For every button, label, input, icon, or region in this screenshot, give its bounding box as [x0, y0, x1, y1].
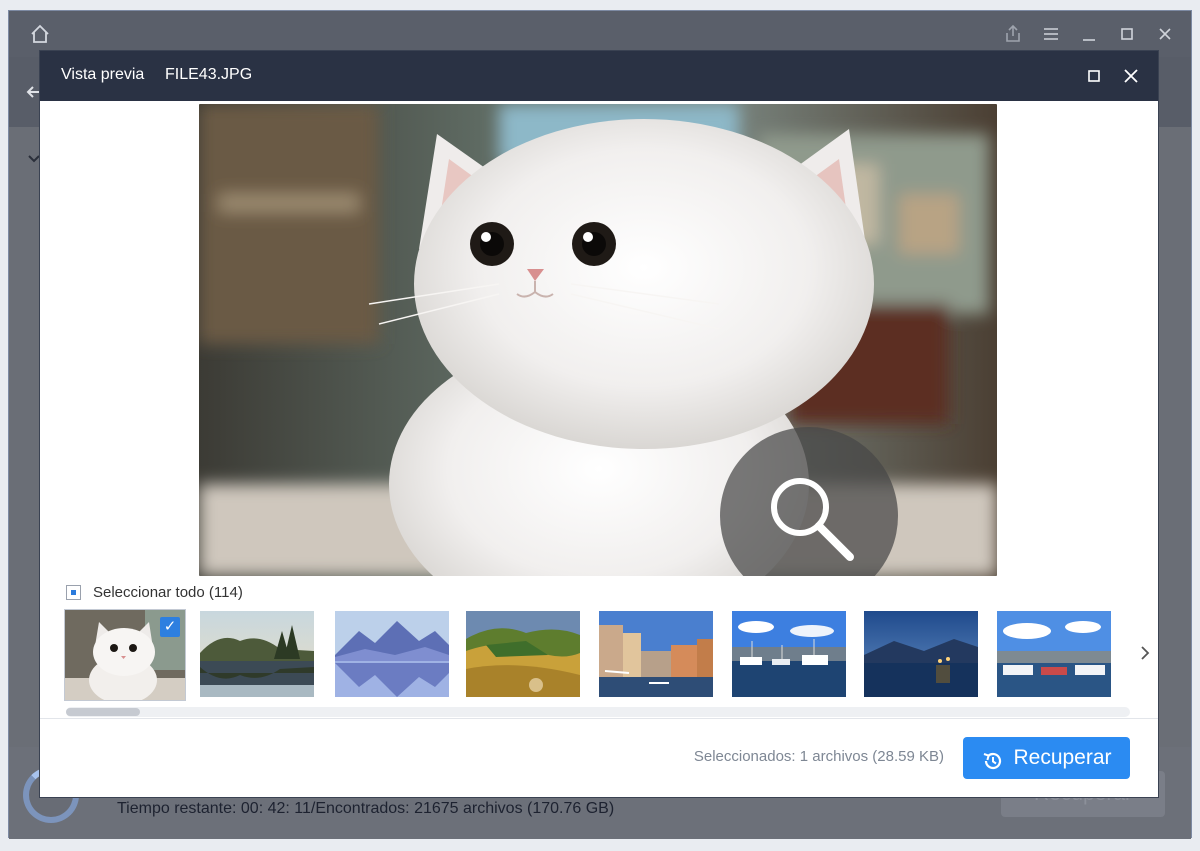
thumbnail-kitten[interactable]: ✓ — [64, 609, 186, 701]
dialog-divider — [40, 718, 1158, 719]
menu-icon[interactable] — [1040, 23, 1062, 45]
thumbnail-harbor-day[interactable] — [732, 611, 846, 697]
image-preview — [199, 104, 997, 576]
maximize-icon[interactable] — [1116, 23, 1138, 45]
home-icon[interactable] — [29, 23, 51, 45]
select-all-checkbox[interactable]: Seleccionar todo (114) — [66, 582, 243, 602]
thumbnail-venice[interactable] — [599, 611, 713, 697]
maximize-icon[interactable] — [1082, 64, 1106, 88]
thumbnail-blue-mountains[interactable] — [335, 611, 449, 697]
thumbnail-lake-trees[interactable] — [200, 611, 314, 697]
thumbnail-golden-hills[interactable] — [466, 611, 580, 697]
dialog-title: Vista previa — [61, 66, 145, 83]
zoom-search-icon[interactable] — [720, 427, 898, 576]
selection-status: Seleccionados: 1 archivos (28.59 KB) — [693, 748, 944, 765]
share-icon[interactable] — [1002, 23, 1024, 45]
dialog-filename: FILE43.JPG — [165, 66, 253, 83]
history-icon — [981, 746, 1005, 770]
recover-button[interactable]: Recuperar — [963, 737, 1130, 779]
checkbox-partial-icon[interactable] — [66, 584, 81, 600]
thumbnail-scrollbar[interactable] — [66, 707, 1130, 717]
select-all-label: Seleccionar todo (114) — [93, 583, 243, 601]
scan-status-text: Tiempo restante: 00: 42: 11/Encontrados:… — [117, 800, 615, 817]
recover-label: Recuperar — [1013, 746, 1112, 769]
minimize-icon[interactable] — [1078, 23, 1100, 45]
thumbnail-lake-dusk[interactable] — [864, 611, 978, 697]
dialog-header: Vista previa FILE43.JPG — [40, 51, 1158, 101]
scrollbar-thumb[interactable] — [66, 708, 140, 716]
thumbnail-checkbox[interactable]: ✓ — [160, 617, 180, 637]
chevron-right-icon[interactable] — [1136, 639, 1154, 667]
close-icon[interactable] — [1154, 23, 1176, 45]
thumbnail-harbor-clouds[interactable] — [997, 611, 1111, 697]
thumbnail-strip: ✓ — [64, 609, 1124, 701]
close-icon[interactable] — [1119, 64, 1143, 88]
preview-dialog: Vista previa FILE43.JPG Seleccionar todo… — [40, 51, 1158, 797]
